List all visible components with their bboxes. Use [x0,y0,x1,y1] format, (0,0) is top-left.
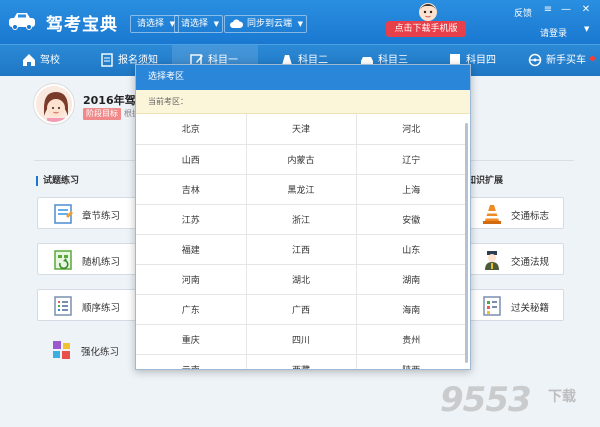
region-row: 云南西藏陕西 [136,354,466,369]
region-cell[interactable]: 黑龙江 [246,174,357,205]
menu-icon[interactable]: ≡ [542,4,554,15]
region-cell[interactable]: 陕西 [356,354,466,369]
watermark-logo: 9553 [440,380,532,420]
sequential-practice-button[interactable]: 顺序练习 [37,289,147,321]
traffic-police-icon [485,251,499,270]
dialog-scrollbar[interactable] [465,123,468,363]
traffic-signs-button[interactable]: 交通标志 [466,197,564,229]
nav-label: 新手买车 [546,55,586,66]
feedback-link[interactable]: 反馈 [514,6,532,19]
close-icon[interactable]: ✕ [580,4,592,15]
card-label: 强化练习 [81,347,120,358]
region-cell[interactable]: 江苏 [136,204,247,235]
region-row: 吉林 黑龙江 上海 [136,174,466,205]
document-icon [101,53,113,67]
region-cell[interactable]: 湖南 [356,264,466,295]
pass-tips-button[interactable]: 过关秘籍 [466,289,564,321]
notification-dot [590,56,595,61]
nav-item-driving-school[interactable]: 驾校 [22,45,60,76]
region-cell[interactable]: 西藏 [246,354,357,369]
sync-label: 同步到云端 [247,19,293,29]
region-cell[interactable]: 贵州 [356,324,466,355]
chapter-practice-button[interactable]: 章节练习 [37,197,147,229]
region-cell[interactable]: 云南 [136,354,247,369]
login-link[interactable]: 请登录 [540,26,567,39]
region-cell[interactable]: 辽宁 [356,144,466,175]
card-label: 交通法规 [511,257,550,268]
region-cell[interactable]: 山东 [356,234,466,265]
practice-section-title: 试题练习 [36,176,79,186]
region-cell[interactable]: 山西 [136,144,247,175]
region-row: 河南 湖北 湖南 [136,264,466,295]
chevron-down-icon[interactable]: ▼ [584,25,589,33]
region-cell[interactable]: 安徽 [356,204,466,235]
region-select[interactable]: 请选择 ▼ [130,15,180,33]
select-region-dialog: 选择考区 当前考区： 北京 天津 河北 山西 内蒙古 辽宁 吉林 黑龙江 上海 江苏 浙江 安徽 福建江… [135,64,471,370]
region-cell[interactable]: 广西 [246,294,357,325]
region-cell[interactable]: 广东 [136,294,247,325]
card-label: 章节练习 [82,211,121,222]
download-mobile-button[interactable]: 点击下载手机版 [386,21,466,37]
card-label: 过关秘籍 [511,303,550,314]
region-row: 北京 天津 河北 [136,114,466,145]
region-cell[interactable]: 重庆 [136,324,247,355]
stage-badge: 阶段目标 [83,108,121,120]
sequential-list-icon [54,296,72,316]
region-cell[interactable]: 内蒙古 [246,144,357,175]
region-cell[interactable]: 吉林 [136,174,247,205]
steering-wheel-icon [528,53,542,67]
region-table: 北京 天津 河北 山西 内蒙古 辽宁 吉林 黑龙江 上海 江苏 浙江 安徽 福建 江西 山东 河南 湖北 湖南 广东… [136,114,466,369]
watermark-sub: 下载 [548,389,576,405]
card-label: 交通标志 [511,211,550,222]
region-row: 重庆 四川 贵州 [136,324,466,355]
sync-cloud-button[interactable]: 同步到云端 ▼ [224,15,308,33]
app-title: 驾考宝典 [46,15,118,35]
region-cell[interactable]: 天津 [246,114,357,145]
cloud-icon [230,19,243,28]
chevron-down-icon: ▼ [297,20,304,28]
car-logo-icon [9,13,35,30]
card-label: 随机练习 [82,257,121,268]
region-cell[interactable]: 四川 [246,324,357,355]
nav-item-new-car[interactable]: 新手买车 [528,45,586,76]
region-grid: 北京 天津 河北 山西 内蒙古 辽宁 吉林 黑龙江 上海 江苏 浙江 安徽 福建 江西 山东 河南 湖北 湖南 广东… [136,114,466,369]
home-icon [23,54,35,66]
region-row: 山西 内蒙古 辽宁 [136,144,466,175]
region-cell[interactable]: 江西 [246,234,357,265]
region-cell[interactable]: 河北 [356,114,466,145]
region-cell[interactable]: 河南 [136,264,247,295]
random-practice-button[interactable]: 随机练习 [37,243,147,275]
intensive-practice-button[interactable]: 强化练习 [37,334,147,366]
traffic-cone-icon [483,205,501,224]
avatar[interactable] [34,84,74,124]
title-bar: 驾考宝典 请选择 ▼ 请选择 ▼ 同步到云端 ▼ 点击下载手机版 反馈 ≡ — … [0,0,600,44]
region-row: 广东 广西 海南 [136,294,466,325]
license-select-label: 请选择 [181,19,209,29]
user-avatar-icon [36,86,72,122]
region-select-label: 请选择 [137,19,165,29]
region-cell[interactable]: 上海 [356,174,466,205]
region-cell[interactable]: 北京 [136,114,247,145]
current-region-label: 当前考区： [136,90,470,114]
minimize-icon[interactable]: — [560,4,572,15]
checklist-icon [483,296,501,316]
random-practice-icon [54,250,72,270]
region-row: 江苏 浙江 安徽 [136,204,466,235]
region-cell[interactable]: 福建 [136,234,247,265]
intensive-blocks-icon [53,341,70,359]
traffic-laws-button[interactable]: 交通法规 [466,243,564,275]
region-row: 福建 江西 山东 [136,234,466,265]
region-cell[interactable]: 海南 [356,294,466,325]
chevron-down-icon: ▼ [213,20,220,28]
license-select[interactable]: 请选择 ▼ [174,15,224,33]
dialog-title: 选择考区 [136,65,470,90]
region-cell[interactable]: 浙江 [246,204,357,235]
chapter-book-icon [54,204,73,224]
nav-label: 驾校 [40,55,60,66]
region-cell[interactable]: 湖北 [246,264,357,295]
card-label: 顺序练习 [82,303,121,314]
